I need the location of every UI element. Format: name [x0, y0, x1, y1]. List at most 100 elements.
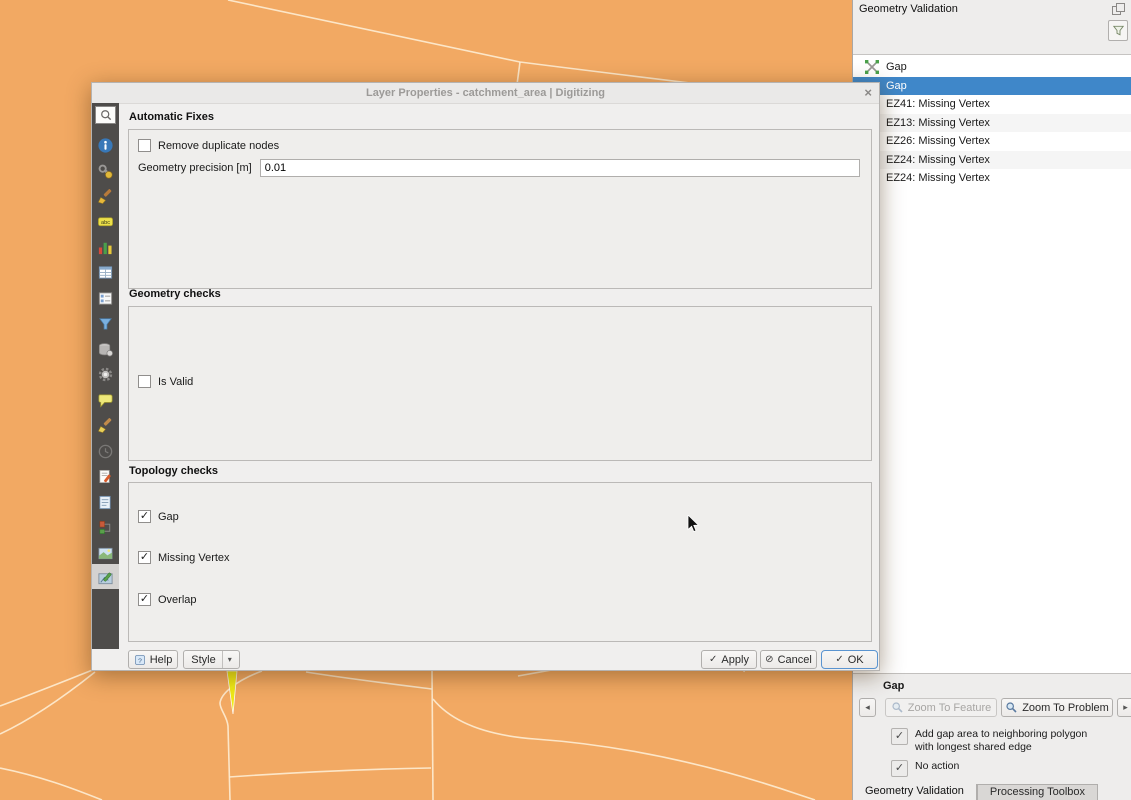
previous-error-button[interactable]: ◂ [859, 698, 876, 717]
list-item-label: EZ24: Missing Vertex [886, 172, 990, 184]
magnifier-icon [1005, 701, 1018, 714]
wrench-gear-icon [97, 163, 114, 180]
error-detail-pane: Gap ◂ Zoom To Feature Zoom To Problem ▸ … [853, 675, 1131, 785]
zoom-to-feature-button[interactable]: Zoom To Feature [885, 698, 997, 717]
list-item-label: Gap [886, 61, 907, 73]
chevron-down-icon: ▾ [222, 651, 232, 668]
sidebar-item-diagrams[interactable] [96, 238, 115, 257]
sidebar-item-attributes-form[interactable] [96, 289, 115, 308]
overlap-checkbox[interactable] [138, 593, 151, 606]
picture-icon [97, 545, 114, 562]
join-triangle-icon [97, 315, 114, 332]
panel-tab-bar: Geometry Validation Processing Toolbox [853, 784, 1131, 800]
ok-button[interactable]: ✓ OK [821, 650, 878, 669]
flag-legend-icon [97, 519, 114, 536]
list-item-selected[interactable]: Gap [853, 77, 1131, 96]
svg-text:abc: abc [101, 220, 110, 226]
geometry-validation-panel: Geometry Validation Gap Gap EZ41: Missin… [852, 0, 1131, 800]
magnifier-icon [891, 701, 904, 714]
missing-vertex-checkbox[interactable] [138, 551, 151, 564]
list-item[interactable]: EZ13: Missing Vertex [853, 114, 1131, 133]
sidebar-item-display[interactable] [96, 391, 115, 410]
sidebar-item-joins[interactable] [96, 314, 115, 333]
next-error-button[interactable]: ▸ [1117, 698, 1131, 717]
apply-button[interactable]: ✓ Apply [701, 650, 757, 669]
sidebar-item-fields[interactable] [96, 263, 115, 282]
is-valid-checkbox[interactable] [138, 375, 151, 388]
sidebar-item-labels[interactable]: abc [96, 212, 115, 231]
dialog-title: Layer Properties - catchment_area | Digi… [366, 87, 605, 99]
filter-errors-button[interactable] [1108, 20, 1128, 41]
help-icon: ? [134, 654, 146, 666]
search-icon [99, 108, 113, 122]
clock-icon [97, 443, 114, 460]
geometry-precision-input[interactable] [260, 159, 860, 177]
overlap-label: Overlap [158, 594, 197, 606]
list-item-label: EZ41: Missing Vertex [886, 98, 990, 110]
layer-properties-dialog: Layer Properties - catchment_area | Digi… [91, 82, 880, 671]
speech-bubble-icon [97, 392, 114, 409]
list-item[interactable]: EZ26: Missing Vertex [853, 132, 1131, 151]
list-item[interactable]: EZ41: Missing Vertex [853, 95, 1131, 114]
sidebar-item-auxiliary-storage[interactable] [96, 340, 115, 359]
dialog-content: Automatic Fixes Remove duplicate nodes G… [119, 103, 879, 648]
sidebar-item-symbology[interactable] [96, 187, 115, 206]
close-icon[interactable]: × [864, 83, 872, 103]
remove-duplicate-nodes-checkbox[interactable] [138, 139, 151, 152]
list-item[interactable]: EZ24: Missing Vertex [853, 151, 1131, 170]
bar-chart-icon [97, 239, 114, 256]
zoom-to-problem-button[interactable]: Zoom To Problem [1001, 698, 1113, 717]
gear-icon [97, 366, 114, 383]
list-item-label: EZ13: Missing Vertex [886, 117, 990, 129]
list-item-label: EZ24: Missing Vertex [886, 154, 990, 166]
style-dropdown-button[interactable]: Style ▾ [183, 650, 240, 669]
dialog-titlebar[interactable]: Layer Properties - catchment_area | Digi… [92, 83, 879, 104]
gap-checkbox[interactable] [138, 510, 151, 523]
sidebar-item-legend[interactable] [96, 544, 115, 563]
information-icon [97, 137, 114, 154]
fix-option-label[interactable]: No action [915, 760, 1093, 773]
sidebar-item-actions[interactable] [96, 365, 115, 384]
list-item[interactable]: EZ24: Missing Vertex [853, 169, 1131, 188]
tab-processing-toolbox[interactable]: Processing Toolbox [977, 784, 1098, 800]
fix-checkbox[interactable] [891, 760, 908, 777]
fix-option-label[interactable]: Add gap area to neighboring polygon with… [915, 728, 1093, 753]
sidebar-item-source[interactable] [96, 162, 115, 181]
sidebar-search-input[interactable] [95, 106, 116, 124]
missing-vertex-label: Missing Vertex [158, 552, 230, 564]
geometry-precision-label: Geometry precision [m] [138, 162, 252, 174]
section-title-topology-checks: Topology checks [129, 465, 218, 477]
qgis-screen: { "colors": { "map_background": "#f2a963… [0, 0, 1131, 800]
tab-geometry-validation[interactable]: Geometry Validation [853, 784, 977, 800]
check-icon: ✓ [835, 654, 843, 665]
sidebar-item-rendering[interactable] [96, 416, 115, 435]
gap-label: Gap [158, 511, 179, 523]
float-panel-icon[interactable] [1111, 2, 1126, 17]
dialog-footer: ? Help Style ▾ ✓ Apply ⊘ Cancel ✓ OK [92, 648, 879, 670]
list-item[interactable]: Gap [853, 58, 1131, 77]
list-item-label: Gap [886, 80, 907, 92]
sidebar-item-variables[interactable] [96, 467, 115, 486]
gap-error-highlight [227, 671, 237, 714]
sidebar-item-dependencies[interactable] [96, 518, 115, 537]
sidebar-item-temporal[interactable] [96, 442, 115, 461]
dialog-sidebar: abc [92, 103, 119, 649]
funnel-icon [1111, 23, 1126, 38]
sidebar-item-digitizing[interactable] [96, 569, 115, 588]
document-icon [97, 494, 114, 511]
sidebar-item-information[interactable] [96, 136, 115, 155]
list-item-label: EZ26: Missing Vertex [886, 135, 990, 147]
section-title-automatic-fixes: Automatic Fixes [129, 111, 214, 123]
cancel-circle-icon: ⊘ [765, 654, 773, 665]
section-title-geometry-checks: Geometry checks [129, 288, 221, 300]
table-icon [97, 264, 114, 281]
error-list: Gap Gap EZ41: Missing Vertex EZ13: Missi… [853, 54, 1131, 674]
sidebar-item-metadata[interactable] [96, 493, 115, 512]
automatic-fixes-groupbox [128, 129, 872, 289]
help-button[interactable]: ? Help [128, 650, 178, 669]
topology-checks-groupbox [128, 482, 872, 642]
paper-pencil-icon [97, 468, 114, 485]
cancel-button[interactable]: ⊘ Cancel [760, 650, 817, 669]
fix-checkbox[interactable] [891, 728, 908, 745]
check-icon: ✓ [709, 654, 717, 665]
